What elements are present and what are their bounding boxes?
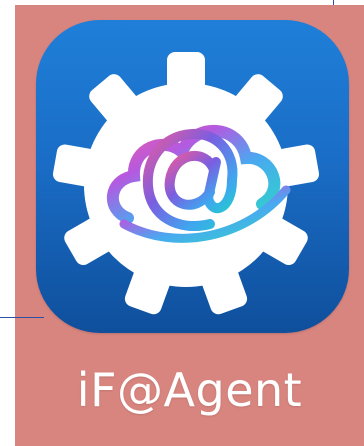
gear-cloud-at-icon bbox=[52, 52, 320, 315]
app-icon[interactable] bbox=[36, 20, 349, 333]
app-name-label: iF@Agent bbox=[76, 363, 303, 417]
screen: iF@Agent bbox=[0, 0, 364, 446]
